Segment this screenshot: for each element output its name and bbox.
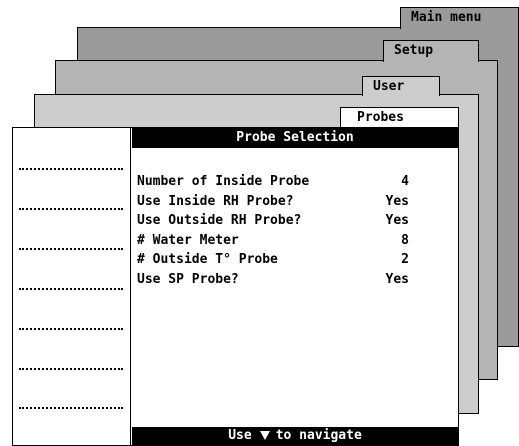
setting-value: Yes (385, 213, 409, 228)
setting-value: 8 (401, 232, 409, 248)
screen-title: Probe Selection (132, 128, 458, 148)
setting-row[interactable]: # Outside T° Probe 2 (137, 250, 409, 270)
softkey-6[interactable] (19, 368, 123, 370)
setting-row[interactable]: Use Inside RH Probe? Yes (137, 192, 409, 212)
setting-value: Yes (385, 271, 409, 287)
tab-main-menu-label: Main menu (411, 10, 482, 25)
down-arrow-icon (259, 431, 270, 440)
setting-label: Use SP Probe? (137, 271, 239, 287)
softkey-2[interactable] (19, 208, 123, 210)
tab-user-label: User (373, 79, 405, 94)
tab-main-menu[interactable]: Main menu (400, 7, 519, 29)
setting-row[interactable]: Use Outside RH Probe? Yes (137, 211, 409, 231)
setting-label: Number of Inside Probe (137, 174, 310, 189)
settings-list: Number of Inside Probe 4 Use Inside RH P… (137, 172, 409, 289)
nav-hint-prefix: Use (228, 428, 252, 443)
setting-row[interactable]: Number of Inside Probe 4 (137, 172, 409, 192)
setting-label: # Outside T° Probe (137, 252, 278, 267)
softkey-7[interactable] (19, 407, 123, 409)
softkey-5[interactable] (19, 328, 123, 330)
softkey-column (13, 128, 131, 445)
setting-label: Use Outside RH Probe? (137, 213, 302, 228)
setting-value: 2 (401, 252, 409, 267)
setting-row[interactable]: # Water Meter 8 (137, 231, 409, 251)
setting-label: Use Inside RH Probe? (137, 193, 294, 209)
tab-user[interactable]: User (362, 76, 440, 96)
setting-row[interactable]: Use SP Probe? Yes (137, 270, 409, 290)
tab-probes[interactable]: Probes (340, 107, 459, 129)
tab-setup-label: Setup (394, 43, 434, 58)
softkey-3[interactable] (19, 248, 123, 250)
tab-probes-label: Probes (357, 110, 404, 125)
setting-value: 4 (401, 174, 409, 189)
nav-hint-suffix: to navigate (275, 428, 362, 443)
probe-selection-screen: Probe Selection Number of Inside Probe 4… (12, 127, 459, 446)
softkey-4[interactable] (19, 288, 123, 290)
tab-setup[interactable]: Setup (383, 40, 479, 62)
setting-label: # Water Meter (137, 232, 239, 248)
navigation-hint: Use to navigate (132, 427, 458, 445)
softkey-1[interactable] (19, 168, 123, 170)
setting-value: Yes (385, 193, 409, 209)
